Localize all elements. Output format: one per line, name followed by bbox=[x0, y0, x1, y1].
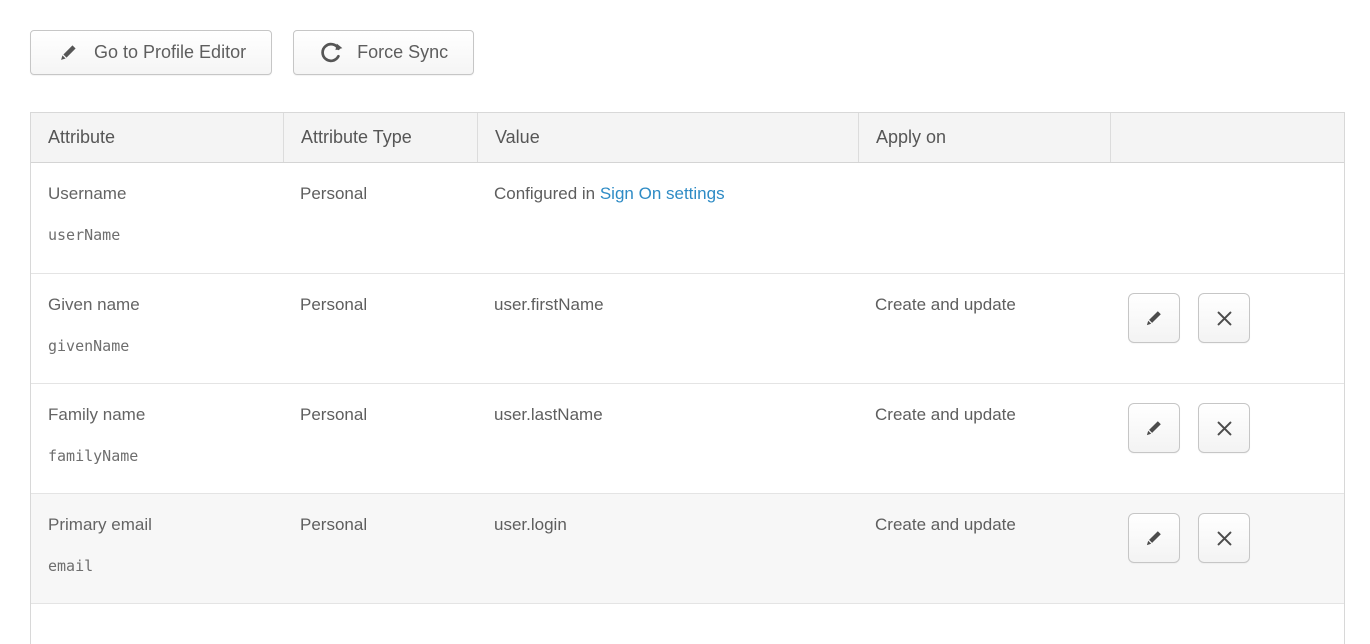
attribute-variable-name: userName bbox=[48, 226, 273, 244]
header-value: Value bbox=[477, 113, 858, 162]
go-to-profile-editor-button[interactable]: Go to Profile Editor bbox=[30, 30, 272, 75]
remove-attribute-button[interactable] bbox=[1198, 403, 1250, 453]
table-row-primary-email: Primary email email Personal user.login … bbox=[31, 493, 1344, 603]
edit-attribute-button[interactable] bbox=[1128, 293, 1180, 343]
pencil-icon bbox=[1142, 306, 1166, 330]
table-row-given-name: Given name givenName Personal user.first… bbox=[31, 273, 1344, 383]
attribute-type-cell: Personal bbox=[283, 274, 477, 383]
toolbar: Go to Profile Editor Force Sync bbox=[30, 30, 474, 75]
pencil-icon bbox=[1142, 526, 1166, 550]
edit-attribute-button[interactable] bbox=[1128, 513, 1180, 563]
force-sync-label: Force Sync bbox=[357, 42, 448, 63]
table-row-family-name: Family name familyName Personal user.las… bbox=[31, 383, 1344, 493]
pencil-icon bbox=[56, 40, 81, 65]
apply-on-cell: Create and update bbox=[858, 274, 1110, 383]
table-header-row: Attribute Attribute Type Value Apply on bbox=[31, 113, 1344, 163]
attribute-cell: Username userName bbox=[31, 163, 283, 273]
attribute-label: Family name bbox=[48, 405, 273, 425]
header-actions bbox=[1110, 113, 1344, 162]
x-icon bbox=[1213, 307, 1236, 330]
value-cell: Configured in Sign On settings bbox=[477, 163, 858, 273]
attribute-type-cell: Personal bbox=[283, 384, 477, 493]
attribute-label: Primary email bbox=[48, 515, 273, 535]
attribute-variable-name: familyName bbox=[48, 447, 273, 465]
attribute-cell: Family name familyName bbox=[31, 384, 283, 493]
value-cell: user.firstName bbox=[477, 274, 858, 383]
attribute-cell: Primary email email bbox=[31, 494, 283, 603]
apply-on-cell: Create and update bbox=[858, 494, 1110, 603]
actions-cell bbox=[1110, 384, 1344, 493]
attribute-mappings-table: Attribute Attribute Type Value Apply on … bbox=[30, 112, 1345, 644]
next-table-row-partial bbox=[31, 603, 1344, 644]
attribute-variable-name: givenName bbox=[48, 337, 273, 355]
value-text: Configured in bbox=[494, 184, 600, 203]
attribute-variable-name: email bbox=[48, 557, 273, 575]
attribute-type-cell: Personal bbox=[283, 163, 477, 273]
remove-attribute-button[interactable] bbox=[1198, 293, 1250, 343]
attribute-cell: Given name givenName bbox=[31, 274, 283, 383]
actions-cell bbox=[1110, 163, 1344, 273]
value-cell: user.lastName bbox=[477, 384, 858, 493]
header-attribute: Attribute bbox=[31, 113, 283, 162]
remove-attribute-button[interactable] bbox=[1198, 513, 1250, 563]
table-row-username: Username userName Personal Configured in… bbox=[31, 163, 1344, 273]
x-icon bbox=[1213, 527, 1236, 550]
apply-on-cell: Create and update bbox=[858, 384, 1110, 493]
attribute-type-cell: Personal bbox=[283, 494, 477, 603]
value-cell: user.login bbox=[477, 494, 858, 603]
actions-cell bbox=[1110, 494, 1344, 603]
pencil-icon bbox=[1142, 416, 1166, 440]
attribute-label: Username bbox=[48, 184, 273, 204]
actions-cell bbox=[1110, 274, 1344, 383]
sign-on-settings-link[interactable]: Sign On settings bbox=[600, 184, 725, 203]
header-apply-on: Apply on bbox=[858, 113, 1110, 162]
force-sync-button[interactable]: Force Sync bbox=[293, 30, 474, 75]
x-icon bbox=[1213, 417, 1236, 440]
header-attribute-type: Attribute Type bbox=[283, 113, 477, 162]
go-to-profile-editor-label: Go to Profile Editor bbox=[94, 42, 246, 63]
refresh-icon bbox=[319, 40, 344, 65]
attribute-label: Given name bbox=[48, 295, 273, 315]
edit-attribute-button[interactable] bbox=[1128, 403, 1180, 453]
apply-on-cell bbox=[858, 163, 1110, 273]
